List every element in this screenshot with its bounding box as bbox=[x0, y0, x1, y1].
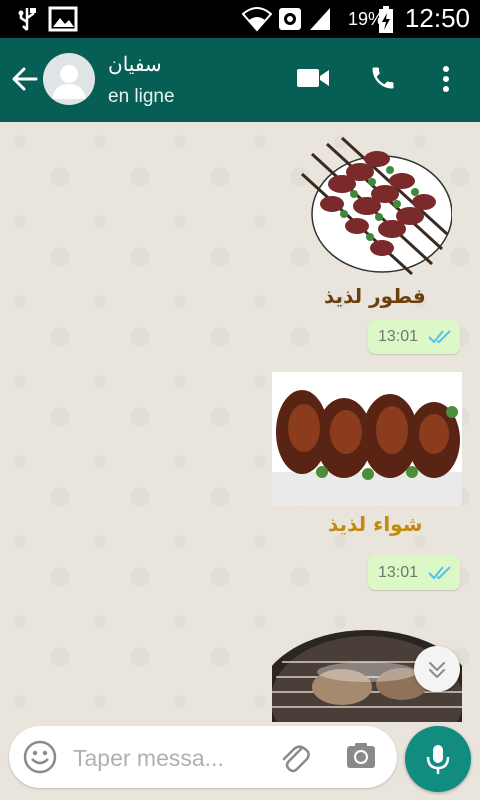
clock: 12:50 bbox=[404, 3, 470, 33]
signal-icon bbox=[310, 8, 330, 30]
message-meta: 13:01 bbox=[368, 320, 460, 354]
double-chevron-down-icon bbox=[429, 662, 445, 678]
sticker-message[interactable]: فطور لذيذ bbox=[282, 134, 453, 308]
message-time: 13:01 bbox=[378, 328, 419, 345]
emoji-icon[interactable] bbox=[23, 740, 57, 774]
video-call-icon[interactable] bbox=[296, 67, 330, 89]
avatar-placeholder-icon bbox=[52, 65, 86, 99]
more-vert-icon[interactable] bbox=[440, 64, 452, 94]
avatar[interactable] bbox=[43, 53, 95, 105]
sticker-caption: شواء لذيذ bbox=[328, 512, 423, 536]
sticker-caption: فطور لذيذ bbox=[324, 284, 426, 308]
message-input[interactable] bbox=[71, 736, 265, 780]
message-time: 13:01 bbox=[378, 564, 419, 581]
mic-icon bbox=[426, 745, 450, 774]
contact-status: en ligne bbox=[108, 86, 175, 107]
sticker-message[interactable]: شواء لذيذ bbox=[272, 372, 462, 542]
read-ticks-icon bbox=[428, 330, 451, 344]
chat-area[interactable]: فطور لذيذ 13:01 شواء لذيذ 13:01 bbox=[0, 122, 480, 722]
data-saver-icon bbox=[279, 8, 301, 30]
camera-icon[interactable] bbox=[345, 740, 377, 772]
battery-charging-icon bbox=[379, 6, 393, 33]
image-icon bbox=[48, 6, 78, 32]
message-composer bbox=[9, 726, 397, 788]
chat-header: سفيان en ligne bbox=[0, 38, 480, 122]
grilled-meat-sticker-image bbox=[272, 372, 462, 506]
scroll-down-button[interactable] bbox=[414, 646, 460, 692]
contact-name[interactable]: سفيان bbox=[108, 52, 162, 77]
wifi-icon bbox=[242, 7, 272, 32]
back-arrow-icon[interactable] bbox=[10, 64, 40, 94]
read-ticks-icon bbox=[428, 566, 451, 580]
usb-icon bbox=[18, 8, 36, 31]
mic-button[interactable] bbox=[405, 726, 471, 792]
phone-icon[interactable] bbox=[369, 64, 397, 92]
skewers-sticker-image bbox=[300, 136, 453, 276]
message-meta: 13:01 bbox=[368, 556, 460, 590]
status-bar: 19% 12:50 bbox=[0, 0, 480, 38]
attach-icon[interactable] bbox=[279, 741, 311, 773]
